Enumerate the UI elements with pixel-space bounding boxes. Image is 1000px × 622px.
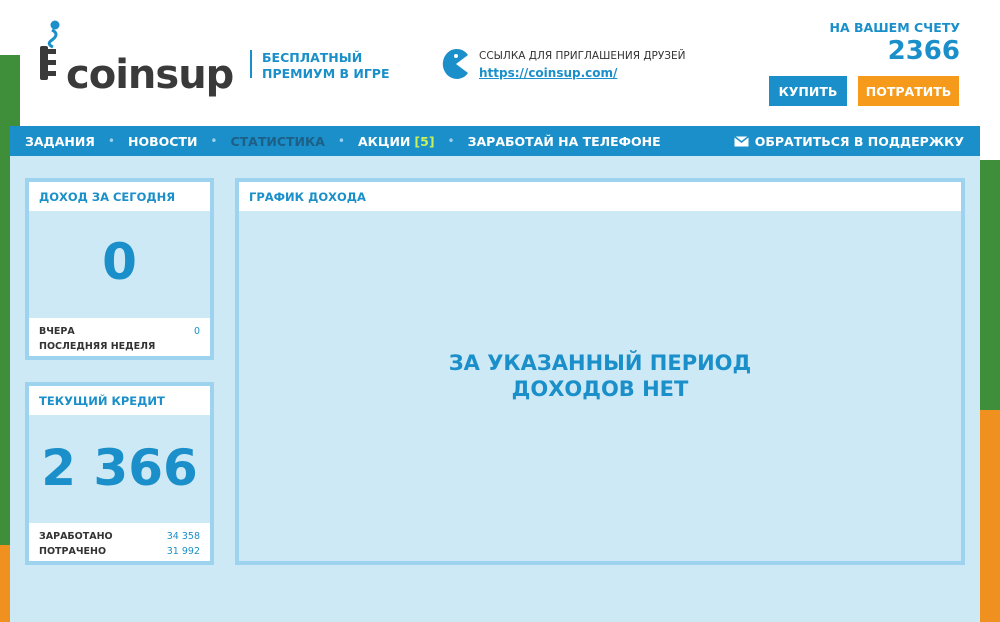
income-chart-title: ГРАФИК ДОХОДА: [239, 182, 961, 211]
yesterday-value: 0: [193, 326, 200, 337]
account-balance-block: НА ВАШЕМ СЧЕТУ 2366: [830, 20, 960, 67]
nav-separator: •: [210, 134, 218, 148]
yesterday-row: ВЧЕРА 0: [39, 324, 200, 339]
income-today-value: 0: [102, 233, 137, 291]
spend-button[interactable]: ПОТРАТИТЬ: [858, 76, 959, 106]
last-week-label: ПОСЛЕДНЯЯ НЕДЕЛЯ: [39, 341, 156, 352]
nav-separator: •: [107, 134, 115, 148]
chart-empty-line-2: ДОХОДОВ НЕТ: [511, 377, 689, 401]
promotions-count-badge: [5]: [414, 133, 435, 149]
chart-empty-line-1: ЗА УКАЗАННЫЙ ПЕРИОД: [448, 351, 752, 375]
support-label: ОБРАТИТЬСЯ В ПОДДЕРЖКУ: [754, 134, 964, 149]
earned-value: 34 358: [166, 531, 200, 542]
coinsup-logo-icon: [40, 20, 60, 80]
nav-item-earn-on-phone[interactable]: ЗАРАБОТАЙ НА ТЕЛЕФОНЕ: [468, 134, 661, 149]
current-credit-value: 2 366: [41, 439, 198, 497]
spent-value: 31 992: [166, 546, 200, 557]
spent-row: ПОТРАЧЕНО 31 992: [39, 544, 200, 559]
buy-button[interactable]: КУПИТЬ: [769, 76, 847, 106]
account-balance: 2366: [887, 36, 960, 66]
logo-text: coinsup: [66, 52, 234, 98]
referral-block: ССЫЛКА ДЛЯ ПРИГЛАШЕНИЯ ДРУЗЕЙ https://co…: [442, 46, 702, 86]
right-decor-orange: [980, 410, 1000, 622]
nav-item-news[interactable]: НОВОСТИ: [128, 134, 197, 149]
account-label: НА ВАШЕМ СЧЕТУ: [829, 20, 960, 35]
current-credit-card: ТЕКУЩИЙ КРЕДИТ 2 366 ЗАРАБОТАНО 34 358 П…: [25, 382, 214, 565]
tagline-line-2: ПРЕМИУМ В ИГРЕ: [262, 66, 390, 81]
income-today-title: ДОХОД ЗА СЕГОДНЯ: [29, 182, 210, 211]
earned-label: ЗАРАБОТАНО: [39, 531, 113, 542]
nav-item-tasks[interactable]: ЗАДАНИЯ: [25, 134, 95, 149]
site-header: coinsup БЕСПЛАТНЫЙ ПРЕМИУМ В ИГРЕ ССЫЛКА…: [20, 0, 980, 126]
income-today-footer: ВЧЕРА 0 ПОСЛЕДНЯЯ НЕДЕЛЯ: [29, 318, 210, 356]
statistics-panel: ДОХОД ЗА СЕГОДНЯ 0 ВЧЕРА 0 ПОСЛЕДНЯЯ НЕД…: [10, 156, 980, 622]
nav-separator: •: [337, 134, 345, 148]
last-week-row: ПОСЛЕДНЯЯ НЕДЕЛЯ: [39, 339, 200, 354]
main-nav: ЗАДАНИЯ • НОВОСТИ • СТАТИСТИКА • АКЦИИ [5…: [10, 126, 980, 156]
referral-label: ССЫЛКА ДЛЯ ПРИГЛАШЕНИЯ ДРУЗЕЙ: [479, 50, 686, 62]
nav-item-promotions-label: АКЦИИ: [357, 133, 411, 149]
site-logo[interactable]: coinsup: [38, 20, 238, 98]
nav-item-statistics[interactable]: СТАТИСТИКА: [230, 134, 324, 149]
support-link[interactable]: ОБРАТИТЬСЯ В ПОДДЕРЖКУ: [733, 134, 964, 149]
current-credit-footer: ЗАРАБОТАНО 34 358 ПОТРАЧЕНО 31 992: [29, 523, 210, 561]
income-chart-body: ЗА УКАЗАННЫЙ ПЕРИОД ДОХОДОВ НЕТ: [239, 211, 961, 561]
pacman-icon: [442, 48, 468, 79]
earned-row: ЗАРАБОТАНО 34 358: [39, 529, 200, 544]
tagline: БЕСПЛАТНЫЙ ПРЕМИУМ В ИГРЕ: [250, 50, 390, 81]
income-chart-card: ГРАФИК ДОХОДА ЗА УКАЗАННЫЙ ПЕРИОД ДОХОДО…: [235, 178, 965, 565]
spent-label: ПОТРАЧЕНО: [39, 546, 107, 557]
tagline-line-1: БЕСПЛАТНЫЙ: [262, 50, 363, 65]
income-today-card: ДОХОД ЗА СЕГОДНЯ 0 ВЧЕРА 0 ПОСЛЕДНЯЯ НЕД…: [25, 178, 214, 360]
nav-separator: •: [447, 134, 455, 148]
nav-item-promotions[interactable]: АКЦИИ [5]: [358, 134, 435, 149]
yesterday-label: ВЧЕРА: [39, 326, 75, 337]
current-credit-title: ТЕКУЩИЙ КРЕДИТ: [29, 386, 210, 415]
right-decor-green: [980, 160, 1000, 420]
chart-empty-message: ЗА УКАЗАННЫЙ ПЕРИОД ДОХОДОВ НЕТ: [440, 350, 760, 402]
referral-link[interactable]: https://coinsup.com/: [479, 66, 617, 80]
envelope-icon: [733, 136, 749, 147]
